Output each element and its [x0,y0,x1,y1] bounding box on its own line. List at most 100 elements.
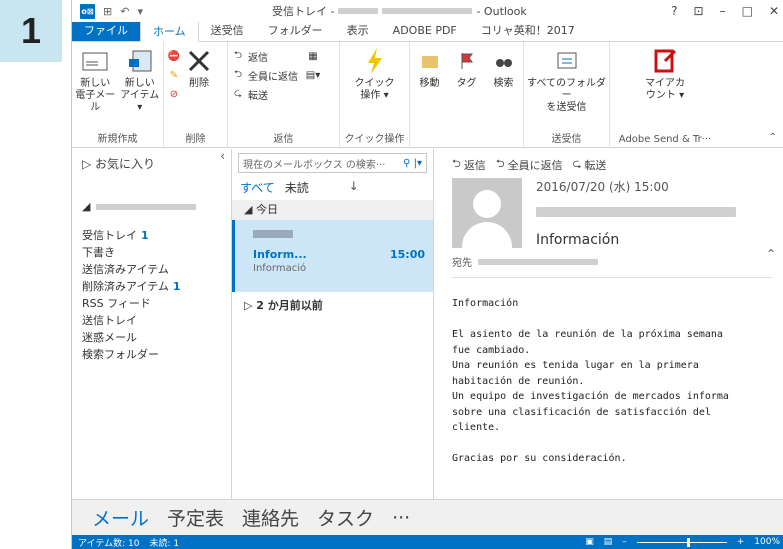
flag-icon [452,46,482,76]
quick-steps-button[interactable]: クイック 操作 ▾ [353,46,397,102]
zoom-slider[interactable] [636,537,727,547]
move-button[interactable]: 移動 [413,46,446,90]
tab-folder[interactable]: フォルダー [256,21,335,41]
tab-home[interactable]: ホーム [140,21,199,42]
sort-arrow-icon[interactable]: ↓ [349,179,359,196]
nav-more[interactable]: ··· [392,507,410,529]
unread-count-status: 未読: 1 [149,538,180,549]
ignore-icon[interactable]: ⛔ [167,48,181,64]
reading-reply-button[interactable]: ⮌ 返信 [452,155,486,174]
search-icon[interactable]: ⚲ |▾ [403,158,422,169]
nav-people[interactable]: 連絡先 [242,504,299,531]
tab-send-receive[interactable]: 送受信 [199,21,256,41]
filter-unread[interactable]: 未読 [285,179,309,196]
delete-label: 削除 [189,78,209,89]
nav-calendar[interactable]: 予定表 [167,504,224,531]
zoom-level[interactable]: 100% [754,537,780,547]
status-bar: アイテム数: 10 未読: 1 ▣ ▤ – + 100% [72,535,783,549]
send-receive-icon[interactable]: ⊞ [103,5,112,18]
outlook-app-icon[interactable]: o⊠ [80,3,95,19]
redacted-text [338,8,379,14]
mail-subject: Inform... [253,248,307,261]
unread-count: 1 [141,229,149,242]
folder-drafts[interactable]: 下書き [82,244,231,261]
my-account-button[interactable]: マイアカ ウント ▾ [643,46,687,102]
group-label-new: 新規作成 [97,134,138,145]
message-body[interactable]: Información El asiento de la reunión de … [452,296,783,467]
folder-name: 削除済みアイテム [82,280,169,293]
search-input[interactable]: 現在のメールボックス の検索··· ⚲ |▾ [238,153,427,173]
folder-sent-items[interactable]: 送信済みアイテム [82,261,231,278]
folder-outbox[interactable]: 送信トレイ [82,312,231,329]
group-quick-steps: クイック 操作 ▾ クイック操作 [340,42,410,147]
forward-button[interactable]: ⮎ 転送 [231,86,298,102]
folder-deleted-items[interactable]: 削除済みアイテム 1 [82,278,231,295]
ribbon-display-button[interactable]: ⊡ [694,4,704,18]
folder-junk[interactable]: 迷惑メール [82,329,231,346]
tab-adobe-pdf[interactable]: ADOBE PDF [381,21,469,41]
filter-all[interactable]: すべて [240,179,275,196]
binoculars-icon [489,46,519,76]
more-respond-icon[interactable]: ▤▾ [306,67,320,83]
nav-mail[interactable]: メール [92,504,149,531]
favorites-header[interactable]: ▷ お気に入り [82,155,231,172]
reading-forward-label: 転送 [584,158,607,172]
window-controls: ? ⊡ – □ ✕ [671,4,779,18]
zoom-in-button[interactable]: + [737,537,745,547]
adobe-send-icon [650,46,680,76]
tab-file[interactable]: ファイル [72,21,140,41]
find-button[interactable]: 検索 [487,46,520,90]
nav-tasks[interactable]: タスク [317,504,374,531]
normal-view-icon[interactable]: ▣ [585,537,594,547]
forward-label: 転送 [248,90,268,102]
zoom-out-button[interactable]: – [622,537,627,547]
expand-triangle-icon: ◢ [82,200,91,213]
close-button[interactable]: ✕ [769,4,779,18]
folder-name: 検索フォルダー [82,348,159,361]
filter-bar: すべて 未読 ↓ [232,173,433,196]
reading-view-icon[interactable]: ▤ [604,537,613,547]
step-number-badge: 1 [0,0,62,62]
folder-rss[interactable]: RSS フィード [82,295,231,312]
new-items-label: 新しい アイテム ▾ [120,78,160,113]
junk-icon[interactable]: ⊘ [167,86,181,102]
tags-button[interactable]: タグ [450,46,483,90]
folder-name: 受信トレイ [82,229,137,242]
meeting-icon[interactable]: ▦ [306,48,320,64]
tab-view[interactable]: 表示 [335,21,381,41]
reading-pane: ⮌ 返信 ⮌ 全員に返信 ⮎ 転送 2016/07/20 (水) 15:00 Info… [434,149,783,499]
group-label-delete: 削除 [185,134,206,145]
delete-button[interactable]: 削除 [185,46,213,90]
group-adobe: マイアカ ウント ▾ Adobe Send & Tr··· [610,42,720,147]
folder-inbox[interactable]: 受信トレイ 1 [82,227,231,244]
group-header-today[interactable]: ◢ 今日 [232,200,433,220]
tab-korya-eiwa[interactable]: コリャ英和！2017 [469,21,587,41]
folder-search-folders[interactable]: 検索フォルダー [82,346,231,363]
to-line: 宛先 [452,254,783,269]
message-date: 2016/07/20 (水) 15:00 [536,180,669,194]
maximize-button[interactable]: □ [742,4,753,18]
reply-button[interactable]: ⮌ 返信 [231,48,298,64]
new-mail-button[interactable]: 新しい 電子メール [75,46,116,114]
minimize-button[interactable]: – [720,4,726,18]
customize-qat-icon[interactable]: ▾ [137,5,143,18]
cleanup-icon[interactable]: ✎ [167,67,181,83]
reading-reply-all-button[interactable]: ⮌ 全員に返信 [496,155,563,174]
redacted-sender [253,230,293,238]
undo-icon[interactable]: ↶ [120,5,129,18]
redacted-sender-name [536,207,736,220]
send-receive-all-button[interactable]: すべてのフォルダー を送受信 [527,46,606,114]
group-label-adobe: Adobe Send & Tr··· [618,134,712,145]
reply-all-button[interactable]: ⮌ 全員に返信 [231,67,298,83]
group-header-older[interactable]: ▷ 2 か月前以前 [232,296,433,316]
navigation-bar: メール 予定表 連絡先 タスク ··· [72,499,783,535]
account-header[interactable]: ◢ [82,200,231,213]
collapse-folder-pane-icon[interactable]: ‹ [220,149,225,163]
help-button[interactable]: ? [671,4,677,18]
list-item[interactable]: Inform... 15:00 Informació [232,220,433,292]
reading-forward-button[interactable]: ⮎ 転送 [573,155,607,174]
collapse-ribbon-icon[interactable]: ⌃ [769,132,777,143]
folder-name: 迷惑メール [82,331,137,344]
new-items-button[interactable]: 新しい アイテム ▾ [120,46,161,114]
expand-header-icon[interactable]: ⌃ [766,247,776,261]
